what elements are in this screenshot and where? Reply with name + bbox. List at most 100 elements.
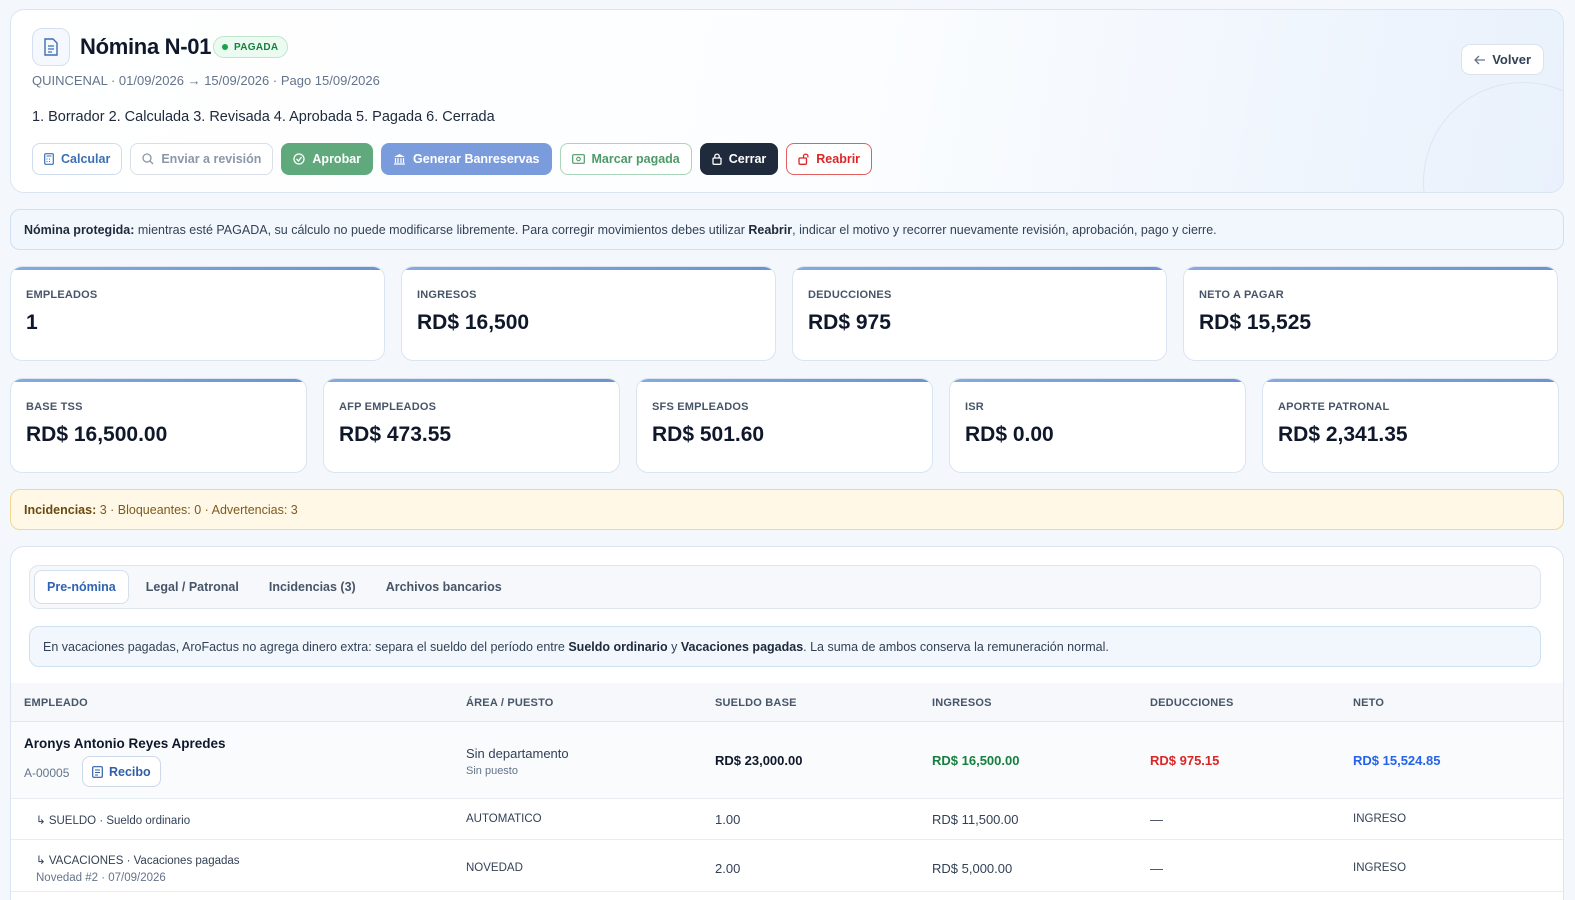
vacation-note: En vacaciones pagadas, AroFactus no agre… [29,626,1541,667]
payroll-header: Nómina N-01 PAGADA QUINCENAL · 01/09/202… [10,9,1564,193]
payroll-table: EMPLEADO ÁREA / PUESTO SUELDO BASE INGRE… [11,683,1563,892]
stat-card-empleados: EMPLEADOS 1 [10,266,385,361]
line-deduction: — [1150,812,1163,827]
receipt-button[interactable]: Recibo [82,756,161,787]
stat-label: ISR [965,401,984,413]
stat-value: RD$ 501.60 [652,423,765,446]
note-text1: En vacaciones pagadas, AroFactus no agre… [43,639,569,654]
stat-label: DEDUCCIONES [808,289,892,301]
send-review-label: Enviar a revisión [161,152,262,166]
protected-notice-lead: Nómina protegida: [24,222,135,237]
lock-icon [712,153,722,165]
unlock-icon [798,153,809,165]
line-amount: RD$ 5,000.00 [932,861,1013,876]
table-row: Aronys Antonio Reyes Apredes A-00005 Rec… [11,722,1563,799]
header-area-puesto: ÁREA / PUESTO [466,697,554,709]
employee-code: A-00005 [24,766,70,780]
stat-value: RD$ 2,341.35 [1278,423,1408,446]
receipt-icon [92,765,103,778]
header-sueldo-base: SUELDO BASE [715,697,797,709]
stat-label: INGRESOS [417,289,477,301]
tab-bar: Pre-nómina Legal / Patronal Incidencias … [29,565,1541,609]
tab-incidencias[interactable]: Incidencias (3) [256,570,369,604]
stat-card-deducciones: DEDUCCIONES RD$ 975 [792,266,1167,361]
document-icon [32,28,70,66]
mark-paid-button[interactable]: Marcar pagada [559,143,692,175]
note-emph1: Sueldo ordinario [568,639,668,654]
stat-label: APORTE PATRONAL [1278,401,1390,413]
incidencias-text: 3 · Bloqueantes: 0 · Advertencias: 3 [96,502,298,517]
receipt-label: Recibo [109,764,151,779]
line-quantity: 1.00 [715,812,741,827]
note-text3: . La suma de ambos conserva la remunerac… [803,639,1109,654]
incidencias-lead: Incidencias: [24,502,97,517]
reopen-button[interactable]: Reabrir [786,143,873,175]
header-neto: NETO [1353,697,1385,709]
incidencias-summary: Incidencias: 3 · Bloqueantes: 0 · Advert… [10,489,1564,530]
stat-card-sfs: SFS EMPLEADOS RD$ 501.60 [636,378,933,473]
protected-notice-reopen: Reabrir [748,222,793,237]
tab-legal-patronal[interactable]: Legal / Patronal [133,570,252,604]
status-label: PAGADA [234,41,279,53]
workflow-steps: 1. Borrador 2. Calculada 3. Revisada 4. … [32,109,495,125]
tab-archivos-bancarios[interactable]: Archivos bancarios [373,570,515,604]
line-type: INGRESO [1353,862,1407,874]
stat-card-neto: NETO A PAGAR RD$ 15,525 [1183,266,1558,361]
search-icon [142,153,154,165]
arrow-left-icon [1474,55,1486,64]
table-header: EMPLEADO ÁREA / PUESTO SUELDO BASE INGRE… [11,683,1563,722]
stat-value: RD$ 16,500 [417,311,530,334]
calculator-icon [44,153,54,165]
status-dot-icon [222,44,228,50]
protected-notice-text2: , indicar el motivo y recorrer nuevament… [792,222,1217,237]
stat-label: NETO A PAGAR [1199,289,1284,301]
action-bar: Calcular Enviar a revisión Aprobar Gener… [32,143,873,175]
close-payroll-label: Cerrar [728,152,767,166]
line-amount: RD$ 11,500.00 [932,812,1019,827]
calculate-button[interactable]: Calcular [32,143,123,175]
check-circle-icon [293,153,306,165]
stat-label: EMPLEADOS [26,289,98,301]
employee-position: Sin puesto [466,765,518,777]
tab-pre-nomina[interactable]: Pre-nómina [34,570,129,604]
stat-label: BASE TSS [26,401,83,413]
note-emph2: Vacaciones pagadas [680,639,804,654]
page-title: Nómina N-01 [80,34,212,59]
send-review-button[interactable]: Enviar a revisión [130,143,274,175]
stat-value: RD$ 16,500.00 [26,423,168,446]
stat-value: RD$ 473.55 [339,423,452,446]
stat-value: RD$ 15,525 [1199,311,1312,334]
line-deduction: — [1150,861,1163,876]
employee-name: Aronys Antonio Reyes Apredes [24,736,226,751]
back-button[interactable]: Volver [1461,44,1544,75]
employee-department: Sin departamento [466,746,569,761]
close-payroll-button[interactable]: Cerrar [699,143,779,175]
back-label: Volver [1492,52,1531,67]
generate-banreservas-button[interactable]: Generar Banreservas [381,143,552,175]
employee-base-salary: RD$ 23,000.00 [715,753,803,768]
header-ingresos: INGRESOS [932,697,992,709]
note-text2: y [667,639,681,654]
line-origin: NOVEDAD [466,862,523,874]
table-row: ↳ SUELDO · Sueldo ordinario AUTOMATICO 1… [11,799,1563,840]
main-panel: Pre-nómina Legal / Patronal Incidencias … [10,546,1564,900]
protected-notice-text1: mientras esté PAGADA, su cálculo no pued… [134,222,749,237]
protected-notice: Nómina protegida: mientras esté PAGADA, … [10,209,1564,250]
bank-icon [394,154,406,165]
header-deducciones: DEDUCCIONES [1150,697,1234,709]
approve-label: Aprobar [312,152,362,166]
line-concept: ↳ SUELDO · Sueldo ordinario [36,815,191,827]
reopen-label: Reabrir [816,152,861,166]
employee-income: RD$ 16,500.00 [932,753,1020,768]
stat-card-aporte-patronal: APORTE PATRONAL RD$ 2,341.35 [1262,378,1559,473]
line-origin: AUTOMATICO [466,813,542,825]
mark-paid-label: Marcar pagada [591,152,680,166]
line-type: INGRESO [1353,813,1407,825]
cash-icon [571,154,585,164]
header-empleado: EMPLEADO [24,697,88,709]
employee-net: RD$ 15,524.85 [1353,753,1441,768]
stat-card-isr: ISR RD$ 0.00 [949,378,1246,473]
approve-button[interactable]: Aprobar [281,143,374,175]
period-subtitle: QUINCENAL · 01/09/2026 → 15/09/2026 · Pa… [32,73,380,88]
table-row: ↳ VACACIONES · Vacaciones pagadas Noveda… [11,840,1563,892]
